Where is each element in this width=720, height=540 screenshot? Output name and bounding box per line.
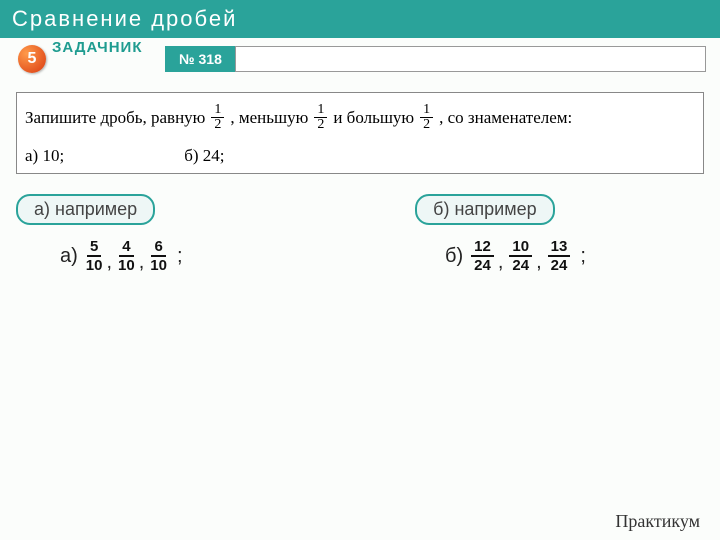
grade-badge: 5 [18,45,46,73]
problem-text: Запишите дробь, равную 1 2 , меньшую 1 2… [25,103,695,132]
answer-b: б) 12 24 , 10 24 , 13 24 ; [335,239,720,273]
frac-num: 12 [471,239,494,257]
task-number-badge: № 318 [165,46,236,72]
answer-a-label: а) [60,245,78,268]
frac-den: 10 [86,257,103,273]
comma: , [498,251,504,274]
semicolon: ; [177,245,183,268]
toolbar: 5 ЗАДАЧНИК № 318 [0,40,720,80]
answer-a: а) 5 10 , 4 10 , 6 10 ; [0,239,335,273]
fraction-b-2: 10 24 [509,239,532,273]
problem-part2: , меньшую [230,108,308,128]
fraction-half-1: 1 2 [211,103,224,132]
frac-den: 24 [512,257,529,273]
comma: , [106,251,112,274]
frac-den: 10 [118,257,135,273]
comma: , [536,251,542,274]
book-label: ЗАДАЧНИК [52,40,152,55]
footer-label: Практикум [615,511,700,532]
chip-b[interactable]: б) например [415,194,554,225]
frac-den: 24 [551,257,568,273]
problem-part1: Запишите дробь, равную [25,108,205,128]
answers-row: а) 5 10 , 4 10 , 6 10 ; б) 12 24 , [0,239,720,273]
sub-b: б) 24; [184,146,224,166]
page-title: Сравнение дробей [0,0,720,38]
problem-subparts: а) 10; б) 24; [25,146,695,166]
fraction-b-1: 12 24 [471,239,494,273]
fraction-b-3: 13 24 [548,239,571,273]
frac-num: 6 [151,239,165,257]
frac-den: 24 [474,257,491,273]
task-input-bar [235,46,706,72]
comma: , [139,251,145,274]
fraction-a-1: 5 10 [86,239,103,273]
frac-num: 1 [420,103,433,118]
frac-den: 2 [214,118,221,132]
fraction-half-2: 1 2 [314,103,327,132]
semicolon: ; [580,245,586,268]
problem-part3: и большую [333,108,414,128]
answer-b-label: б) [445,245,463,268]
frac-den: 2 [317,118,324,132]
frac-num: 13 [548,239,571,257]
chip-a[interactable]: а) например [16,194,155,225]
fraction-half-3: 1 2 [420,103,433,132]
sub-a: а) 10; [25,146,64,166]
frac-num: 1 [211,103,224,118]
example-chips: а) например б) например [16,194,704,225]
frac-num: 1 [314,103,327,118]
frac-num: 10 [509,239,532,257]
fraction-a-2: 4 10 [118,239,135,273]
fraction-a-3: 6 10 [150,239,167,273]
frac-den: 2 [423,118,430,132]
frac-num: 4 [119,239,133,257]
frac-den: 10 [150,257,167,273]
problem-statement: Запишите дробь, равную 1 2 , меньшую 1 2… [16,92,704,174]
frac-num: 5 [87,239,101,257]
problem-part4: , со знаменателем: [439,108,572,128]
